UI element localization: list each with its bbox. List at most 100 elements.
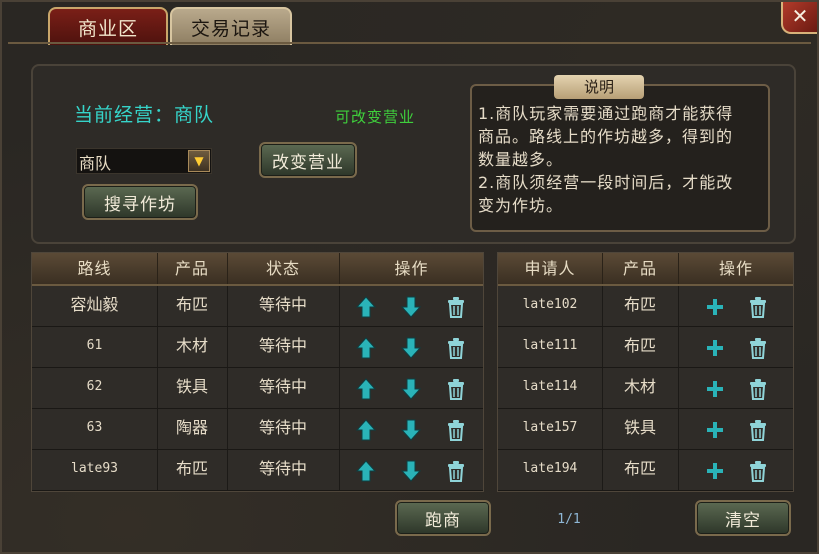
applicant-cell: late114 xyxy=(498,368,603,408)
table-row[interactable]: 63 陶器 等待中 xyxy=(32,409,483,450)
delete-icon[interactable] xyxy=(445,295,467,319)
table-row[interactable]: late102 布匹 xyxy=(498,286,793,327)
product-cell: 木材 xyxy=(157,327,228,367)
delete-icon[interactable] xyxy=(747,295,769,319)
product-cell: 木材 xyxy=(602,368,679,408)
status-cell: 等待中 xyxy=(227,409,340,449)
applicant-cell: late157 xyxy=(498,409,603,449)
applicant-table-header: 申请人 产品 操作 xyxy=(498,253,793,286)
row-operations xyxy=(339,409,484,449)
move-down-icon[interactable] xyxy=(400,459,422,483)
route-table-header: 路线 产品 状态 操作 xyxy=(32,253,483,286)
add-icon[interactable] xyxy=(704,459,726,483)
dropdown-arrow-icon[interactable]: ▼ xyxy=(188,150,210,172)
tab-divider xyxy=(8,42,811,44)
table-row[interactable]: 61 木材 等待中 xyxy=(32,327,483,368)
header-status: 状态 xyxy=(227,253,340,284)
run-trade-button[interactable]: 跑商 xyxy=(395,500,491,536)
delete-icon[interactable] xyxy=(747,418,769,442)
product-cell: 布匹 xyxy=(157,450,228,490)
route-cell: 62 xyxy=(32,368,158,408)
product-cell: 铁具 xyxy=(157,368,228,408)
product-cell: 布匹 xyxy=(602,327,679,367)
route-cell: late93 xyxy=(32,450,158,490)
row-operations xyxy=(339,286,484,326)
table-row[interactable]: 62 铁具 等待中 xyxy=(32,368,483,409)
move-down-icon[interactable] xyxy=(400,295,422,319)
product-cell: 布匹 xyxy=(157,286,228,326)
table-row[interactable]: late114 木材 xyxy=(498,368,793,409)
description-line: 1.商队玩家需要通过跑商才能获得 xyxy=(478,104,734,123)
table-row[interactable]: 容灿毅 布匹 等待中 xyxy=(32,286,483,327)
row-operations xyxy=(678,327,794,367)
delete-icon[interactable] xyxy=(747,459,769,483)
move-down-icon[interactable] xyxy=(400,377,422,401)
tab-market-area[interactable]: 商业区 xyxy=(48,7,168,45)
move-down-icon[interactable] xyxy=(400,336,422,360)
move-up-icon[interactable] xyxy=(355,336,377,360)
select-value: 商队 xyxy=(79,154,112,173)
move-down-icon[interactable] xyxy=(400,418,422,442)
row-operations xyxy=(339,368,484,408)
move-up-icon[interactable] xyxy=(355,295,377,319)
header-operation: 操作 xyxy=(394,259,429,278)
move-up-icon[interactable] xyxy=(355,459,377,483)
header-product: 产品 xyxy=(157,253,228,284)
header-applicant: 申请人 xyxy=(498,253,603,284)
description-line: 商品。路线上的作坊越多，得到的 xyxy=(478,127,734,146)
add-icon[interactable] xyxy=(704,295,726,319)
current-business-label: 当前经营：商队 xyxy=(74,104,215,126)
row-operations xyxy=(678,368,794,408)
row-operations xyxy=(678,409,794,449)
description-line: 数量越多。 xyxy=(478,150,564,169)
delete-icon[interactable] xyxy=(747,336,769,360)
status-cell: 等待中 xyxy=(227,286,340,326)
table-row[interactable]: late157 铁具 xyxy=(498,409,793,450)
route-table: 路线 产品 状态 操作 容灿毅 布匹 等待中 61 木材 等待中 62 铁具 等待中 63 陶器 等待… xyxy=(31,252,484,492)
route-cell: 61 xyxy=(32,327,158,367)
status-cell: 等待中 xyxy=(227,450,340,490)
change-business-button[interactable]: 改变营业 xyxy=(259,142,357,178)
description-line: 变为作坊。 xyxy=(478,196,564,215)
applicant-cell: late102 xyxy=(498,286,603,326)
table-row[interactable]: late93 布匹 等待中 xyxy=(32,450,483,491)
delete-icon[interactable] xyxy=(747,377,769,401)
applicant-cell: late111 xyxy=(498,327,603,367)
route-cell: 容灿毅 xyxy=(32,286,158,326)
clear-button[interactable]: 清空 xyxy=(695,500,791,536)
delete-icon[interactable] xyxy=(445,418,467,442)
trade-window: 商业区 交易记录 ✕ 当前经营：商队 可改变营业 商队 ▼ 改变营业 搜寻作坊 … xyxy=(0,0,819,554)
row-operations xyxy=(678,286,794,326)
applicant-cell: late194 xyxy=(498,450,603,490)
table-row[interactable]: late194 布匹 xyxy=(498,450,793,491)
close-icon[interactable]: ✕ xyxy=(792,4,809,28)
description-line: 2.商队须经营一段时间后，才能改 xyxy=(478,173,734,192)
table-row[interactable]: late111 布匹 xyxy=(498,327,793,368)
close-button[interactable]: ✕ xyxy=(781,2,817,34)
header-product: 产品 xyxy=(602,253,679,284)
add-icon[interactable] xyxy=(704,377,726,401)
header-route: 路线 xyxy=(32,253,158,284)
delete-icon[interactable] xyxy=(445,377,467,401)
move-up-icon[interactable] xyxy=(355,377,377,401)
move-up-icon[interactable] xyxy=(355,418,377,442)
search-workshop-button[interactable]: 搜寻作坊 xyxy=(82,184,198,220)
delete-icon[interactable] xyxy=(445,336,467,360)
product-cell: 陶器 xyxy=(157,409,228,449)
row-operations xyxy=(339,327,484,367)
route-cell: 63 xyxy=(32,409,158,449)
description-text: 1.商队玩家需要通过跑商才能获得 商品。路线上的作坊越多，得到的 数量越多。 2… xyxy=(478,102,766,217)
header-operation: 操作 xyxy=(718,259,753,278)
product-cell: 布匹 xyxy=(602,286,679,326)
tab-trade-records[interactable]: 交易记录 xyxy=(170,7,292,45)
add-icon[interactable] xyxy=(704,418,726,442)
business-type-select[interactable]: 商队 ▼ xyxy=(76,148,212,174)
product-cell: 布匹 xyxy=(602,450,679,490)
status-cell: 等待中 xyxy=(227,368,340,408)
delete-icon[interactable] xyxy=(445,459,467,483)
row-operations xyxy=(339,450,484,490)
page-indicator: 1/1 xyxy=(557,512,581,527)
status-cell: 等待中 xyxy=(227,327,340,367)
description-title: 说明 xyxy=(554,75,644,99)
add-icon[interactable] xyxy=(704,336,726,360)
